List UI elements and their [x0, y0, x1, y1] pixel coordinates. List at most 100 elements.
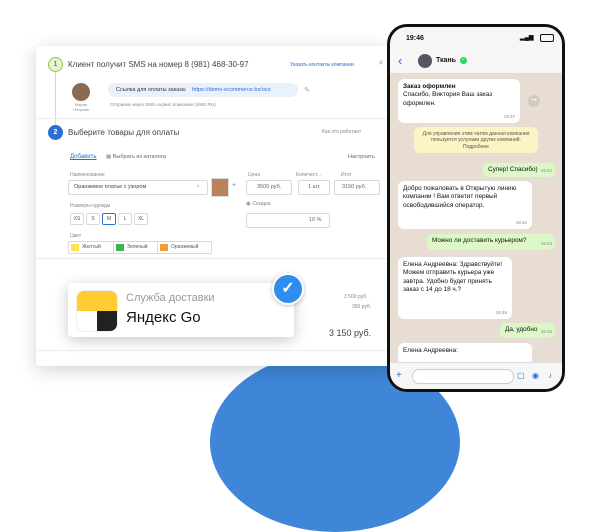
- discount-input[interactable]: 10 %: [246, 213, 330, 228]
- sms-service-note: Отправка через SMS-сервис Компания (SMS.…: [110, 102, 216, 107]
- phone-frame: 19:46 ▂▄▆ ‹ Ткань ✓ Заказ оформлен Спаси…: [387, 24, 565, 392]
- message-text: Елена Андреевна:: [403, 347, 458, 354]
- message-text: Супер! Спасибо): [488, 166, 538, 173]
- plus-icon[interactable]: +: [232, 182, 236, 189]
- message-time: 19:42: [540, 167, 552, 173]
- color-option-yellow[interactable]: Желтый: [68, 241, 115, 254]
- color-label: Цвет: [70, 233, 82, 239]
- battery-icon: [540, 34, 554, 42]
- status-time: 19:46: [406, 35, 424, 42]
- chat-message-in: Заказ оформлен Спасибо, Виктория Ваш зак…: [398, 79, 520, 123]
- discount-toggle[interactable]: ◉ Скидка: [246, 201, 271, 207]
- plus-icon[interactable]: +: [396, 371, 402, 381]
- divider: [36, 258, 390, 259]
- color-option-label: Желтый: [82, 244, 101, 250]
- sizes-label: Размеры одежды: [70, 203, 111, 209]
- color-option-label: Зеленый: [127, 244, 148, 250]
- catalog-link[interactable]: ▦ Выбрать из каталога: [106, 154, 166, 160]
- chat-message-out: Можно ли доставить курьером? 19:43: [427, 234, 555, 250]
- chat-message-out: Супер! Спасибо) 19:42: [483, 163, 555, 177]
- quantity-value: 1 шт.: [308, 184, 321, 190]
- total-input: 3150 руб.: [334, 180, 380, 195]
- message-text: Елена Андреевна: Здравствуйте! Можем отп…: [403, 261, 502, 294]
- divider: [36, 118, 390, 119]
- sms-payment-link[interactable]: https://demo-ecommerce.bx/oco: [192, 87, 271, 93]
- message-text: Спасибо, Виктория Ваш заказ оформлен.: [403, 91, 493, 107]
- signal-icon: ▂▄▆: [520, 35, 534, 41]
- orange-swatch: [160, 244, 168, 251]
- divider: [36, 350, 390, 351]
- system-notice: Для управления этим чатом данная компани…: [414, 127, 538, 153]
- step-1-badge: 1: [48, 57, 63, 72]
- delivery-service-label: Служба доставки: [126, 292, 215, 304]
- contact-name: Ткань: [436, 57, 456, 64]
- arrow-right-icon: ›: [197, 183, 200, 190]
- product-name-input[interactable]: Оранжевое платье с узором ›: [68, 180, 208, 195]
- camera-icon[interactable]: ◉: [532, 371, 539, 381]
- product-thumbnail: [211, 178, 229, 197]
- size-xs[interactable]: XS: [70, 213, 84, 225]
- chat-message-out: Да, удобно 19:45: [500, 323, 555, 338]
- close-icon[interactable]: ✕: [378, 59, 384, 67]
- subtotal-value: 3 500 руб.: [344, 294, 368, 300]
- delivery-brand: Яндекс Go: [126, 309, 201, 326]
- microphone-icon[interactable]: ♪: [548, 371, 552, 381]
- price-input[interactable]: 3500 руб.: [246, 180, 292, 195]
- chat-message-in: Елена Андреевна: Здравствуйте! Можем отп…: [398, 257, 512, 319]
- forward-icon[interactable]: ↪: [528, 95, 540, 107]
- agent-avatar: [72, 83, 90, 101]
- quantity-input[interactable]: 1 шт.: [298, 180, 330, 195]
- add-product-link[interactable]: Добавить: [70, 154, 97, 160]
- message-time: 19:42: [515, 219, 527, 225]
- color-option-orange[interactable]: Оранжевый: [157, 241, 212, 254]
- yellow-swatch: [71, 244, 79, 251]
- message-time: 19:45: [495, 309, 507, 315]
- step-connector: [55, 70, 56, 130]
- size-l[interactable]: L: [118, 213, 132, 225]
- column-total-label: Итог: [341, 172, 352, 178]
- agent-name: Мария Петрова: [73, 102, 89, 112]
- back-arrow-icon[interactable]: ‹: [398, 53, 402, 68]
- color-option-label: Оранжевый: [171, 244, 199, 250]
- verified-icon: ✓: [460, 57, 467, 64]
- chat-header: ‹ Ткань ✓: [390, 49, 562, 74]
- whatsapp-screen: 19:46 ▂▄▆ ‹ Ткань ✓ Заказ оформлен Спаси…: [390, 27, 562, 389]
- step-1-title: Клиент получит SMS на номер 8 (981) 468-…: [68, 60, 249, 69]
- edit-pencil-icon[interactable]: ✎: [304, 87, 310, 94]
- status-bar: 19:46 ▂▄▆: [390, 27, 562, 49]
- contact-avatar: [418, 54, 432, 68]
- sticker-icon[interactable]: ▢: [517, 371, 525, 381]
- step-2-title: Выберите товары для оплаты: [68, 128, 180, 137]
- size-s[interactable]: S: [86, 213, 100, 225]
- color-option-green[interactable]: Зеленый: [113, 241, 160, 254]
- grand-total: 3 150 руб.: [329, 328, 372, 338]
- catalog-link-label: Выбрать из каталога: [112, 154, 166, 160]
- yandex-go-logo: [76, 290, 118, 332]
- column-name-label: Наименование: [70, 172, 105, 178]
- column-qty-label: Количест...: [296, 172, 322, 178]
- product-name-value: Оранжевое платье с узором: [74, 184, 147, 190]
- chat-input-bar: + ▢ ◉ ♪: [390, 362, 562, 389]
- sms-preview-bubble: Ссылка для оплаты заказа: https://demo-e…: [108, 83, 298, 97]
- message-text: Да, удобно: [505, 326, 538, 333]
- green-swatch: [116, 244, 124, 251]
- discount-amount: 350 руб.: [352, 304, 372, 310]
- settings-link[interactable]: Настроить: [348, 154, 375, 160]
- catalog-icon: ▦: [106, 154, 113, 160]
- company-contacts-link[interactable]: Указать контакты компании: [290, 62, 354, 68]
- size-m[interactable]: M: [102, 213, 116, 225]
- price-value: 3500 руб.: [257, 184, 282, 190]
- total-value: 3150 руб.: [342, 184, 367, 190]
- discount-label: Скидка: [252, 201, 271, 207]
- delivery-service-card[interactable]: Служба доставки Яндекс Go: [68, 283, 294, 337]
- discount-value: 10 %: [309, 217, 322, 223]
- message-time: 19:45: [540, 328, 552, 334]
- step-2-badge: 2: [48, 125, 63, 140]
- checkmark-icon: ✓: [272, 273, 304, 305]
- message-text: Можно ли доставить курьером?: [432, 237, 527, 244]
- message-input[interactable]: [412, 369, 514, 384]
- size-xl[interactable]: XL: [134, 213, 148, 225]
- column-price-label: Цена: [248, 172, 261, 178]
- message-text: Добро пожаловать в Открытую линию компан…: [403, 185, 517, 209]
- how-it-works-link[interactable]: Как это работает: [322, 129, 361, 135]
